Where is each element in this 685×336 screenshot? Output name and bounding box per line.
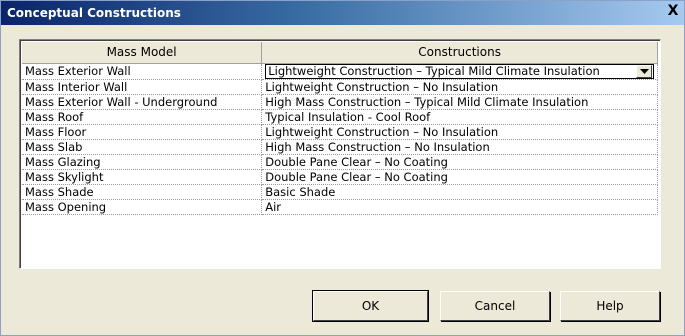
- ok-button[interactable]: OK: [312, 290, 429, 322]
- column-header-mass-model[interactable]: Mass Model: [22, 42, 263, 64]
- mass-model-cell[interactable]: Mass Interior Wall: [22, 79, 263, 95]
- table-row[interactable]: Mass Glazing Double Pane Clear – No Coat…: [22, 154, 658, 170]
- dialog-title: Conceptual Constructions: [7, 6, 181, 20]
- mass-model-cell[interactable]: Mass Exterior Wall - Underground: [22, 94, 263, 110]
- dropdown-arrow-button[interactable]: [636, 64, 652, 78]
- construction-cell[interactable]: Air: [261, 199, 658, 215]
- table-row[interactable]: Mass Exterior Wall - Underground High Ma…: [22, 94, 658, 110]
- construction-cell[interactable]: Lightweight Construction – Typical Mild …: [261, 63, 658, 80]
- construction-cell[interactable]: High Mass Construction – Typical Mild Cl…: [261, 94, 658, 110]
- table-row[interactable]: Mass Exterior Wall Lightweight Construct…: [22, 63, 658, 80]
- table-row[interactable]: Mass Interior Wall Lightweight Construct…: [22, 79, 658, 95]
- chevron-down-icon: [639, 68, 649, 74]
- header-row: Mass Model Constructions: [22, 42, 658, 64]
- construction-dropdown[interactable]: Lightweight Construction – Typical Mild …: [265, 63, 654, 78]
- construction-cell[interactable]: Lightweight Construction – No Insulation: [261, 124, 658, 140]
- table-row[interactable]: Mass Slab High Mass Construction – No In…: [22, 139, 658, 155]
- title-bar: Conceptual Constructions X: [1, 1, 684, 25]
- column-header-constructions[interactable]: Constructions: [261, 42, 658, 64]
- table-row[interactable]: Mass Opening Air: [22, 199, 658, 215]
- conceptual-constructions-dialog: Conceptual Constructions X Mass Model Co…: [0, 0, 685, 336]
- construction-cell[interactable]: Lightweight Construction – No Insulation: [261, 79, 658, 95]
- mass-model-cell[interactable]: Mass Opening: [22, 199, 263, 215]
- table-row[interactable]: Mass Roof Typical Insulation - Cool Roof: [22, 109, 658, 125]
- dropdown-selected-value: Lightweight Construction – Typical Mild …: [268, 64, 600, 78]
- mass-model-cell[interactable]: Mass Shade: [22, 184, 263, 200]
- mass-model-cell[interactable]: Mass Roof: [22, 109, 263, 125]
- construction-cell[interactable]: Typical Insulation - Cool Roof: [261, 109, 658, 125]
- mass-model-cell[interactable]: Mass Floor: [22, 124, 263, 140]
- construction-cell[interactable]: High Mass Construction – No Insulation: [261, 139, 658, 155]
- mass-model-cell[interactable]: Mass Exterior Wall: [22, 63, 263, 80]
- construction-cell[interactable]: Basic Shade: [261, 184, 658, 200]
- table-row[interactable]: Mass Skylight Double Pane Clear – No Coa…: [22, 169, 658, 185]
- mass-model-cell[interactable]: Mass Skylight: [22, 169, 263, 185]
- construction-cell[interactable]: Double Pane Clear – No Coating: [261, 169, 658, 185]
- table-row[interactable]: Mass Floor Lightweight Construction – No…: [22, 124, 658, 140]
- help-button[interactable]: Help: [560, 291, 660, 321]
- cancel-button[interactable]: Cancel: [440, 291, 550, 321]
- close-button[interactable]: X: [665, 4, 681, 20]
- constructions-table: Mass Model Constructions Mass Exterior W…: [22, 42, 658, 215]
- construction-cell[interactable]: Double Pane Clear – No Coating: [261, 154, 658, 170]
- mass-model-cell[interactable]: Mass Glazing: [22, 154, 263, 170]
- table-row[interactable]: Mass Shade Basic Shade: [22, 184, 658, 200]
- mass-model-cell[interactable]: Mass Slab: [22, 139, 263, 155]
- constructions-grid: Mass Model Constructions Mass Exterior W…: [19, 39, 661, 269]
